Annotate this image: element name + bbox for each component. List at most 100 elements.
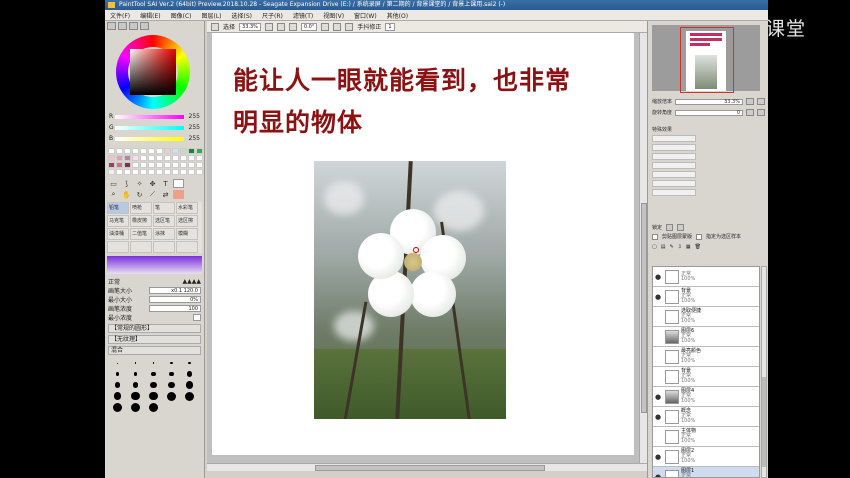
selection-label[interactable]: 选择 [223, 22, 235, 31]
color-swatch[interactable] [156, 162, 163, 168]
effect-field-1[interactable] [652, 135, 696, 142]
color-swatch[interactable] [140, 162, 147, 168]
color-swatch[interactable] [172, 155, 179, 161]
effect-field-4[interactable] [652, 162, 696, 169]
color-swatch[interactable] [140, 169, 147, 175]
zoom-reset-button[interactable] [288, 22, 297, 31]
menu-item[interactable]: 选择(S) [227, 11, 258, 20]
move-icon[interactable]: ✥ [147, 179, 158, 188]
visibility-eye-icon[interactable]: ● [653, 412, 663, 422]
saturation-value-square[interactable] [130, 49, 176, 95]
color-swatches[interactable] [108, 148, 203, 175]
visibility-eye-icon[interactable]: ● [653, 392, 663, 402]
color-swatch[interactable] [156, 155, 163, 161]
visibility-eye-icon[interactable]: ● [653, 292, 663, 302]
color-swatch[interactable] [188, 148, 195, 154]
brush-size-preset[interactable] [127, 391, 144, 401]
brush-size-preset[interactable] [145, 369, 162, 379]
zoom-icon[interactable]: ⌕ [108, 190, 119, 199]
color-swatch[interactable] [108, 155, 115, 161]
color-swatch[interactable] [116, 162, 123, 168]
color-swatch[interactable] [196, 162, 203, 168]
menu-item[interactable]: 滤镜(T) [288, 11, 318, 20]
menu-item[interactable]: 尺子(R) [257, 11, 288, 20]
brush-tool-slot[interactable]: 马克笔 [107, 215, 129, 227]
nav-zoom-slider[interactable]: 33.3% [675, 98, 743, 105]
magic-wand-icon[interactable]: ✧ [134, 179, 145, 188]
nav-zoom-minus-button[interactable] [746, 98, 754, 105]
menu-item[interactable]: 其他(O) [382, 11, 413, 20]
layer-row[interactable]: 主体物 正常 100% [653, 427, 759, 447]
visibility-eye-icon[interactable] [653, 352, 663, 362]
blend-mode-value[interactable]: 正常 [108, 277, 120, 286]
brush-size-preset[interactable] [127, 369, 144, 379]
channel-value[interactable]: 255 [186, 124, 200, 131]
color-swatch[interactable] [188, 162, 195, 168]
color-swatch[interactable] [148, 162, 155, 168]
eyedropper-icon[interactable]: ⟋ [147, 190, 158, 199]
stabilizer-select[interactable]: 1 [385, 22, 395, 31]
menu-item[interactable]: 图层(L) [197, 11, 227, 20]
brush-texture-select[interactable]: 【无纹理】 [108, 335, 201, 344]
brush-shape-icons[interactable]: ▲▲▲▲ [183, 278, 201, 285]
brush-size-preset[interactable] [109, 369, 126, 379]
color-swatch[interactable] [148, 155, 155, 161]
lock-icon[interactable] [666, 224, 674, 231]
color-wheel[interactable] [105, 31, 204, 111]
layer-row[interactable]: 选取便捷 正常 100% [653, 307, 759, 327]
density-field[interactable]: 100 [149, 305, 201, 312]
selection-toggle-icon[interactable] [211, 22, 219, 31]
rotate-left-button[interactable] [321, 22, 330, 31]
brush-size-preset[interactable] [163, 380, 180, 390]
merge-icon[interactable]: ⇩ [678, 244, 682, 250]
color-swatch[interactable] [108, 148, 115, 154]
color-swatch[interactable] [196, 148, 203, 154]
layer-row[interactable]: 背景 正常 100% [653, 367, 759, 387]
hsv-slider-tab[interactable] [129, 22, 138, 30]
color-swatch[interactable] [180, 169, 187, 175]
brush-size-preset[interactable] [109, 358, 126, 368]
visibility-eye-icon[interactable] [653, 312, 663, 322]
nav-rotate-left-button[interactable] [746, 109, 754, 116]
color-swatch[interactable] [132, 155, 139, 161]
min-density-field[interactable] [193, 314, 201, 321]
color-preview-icon[interactable] [173, 179, 184, 188]
canvas-vertical-scrollbar[interactable] [639, 33, 647, 463]
canvas-horizontal-scrollbar[interactable] [207, 463, 647, 471]
layer-list-scrollbar[interactable] [761, 266, 767, 478]
delete-layer-icon[interactable]: 🗑 [695, 244, 701, 250]
brush-shape-select[interactable]: 【常规的圆形】 [108, 324, 201, 333]
color-swatch[interactable] [156, 148, 163, 154]
menu-item[interactable]: 图像(C) [166, 11, 197, 20]
effect-field-5[interactable] [652, 171, 696, 178]
rotation-field[interactable]: 0.0° [300, 22, 318, 31]
visibility-eye-icon[interactable] [653, 332, 663, 342]
brush-size-preset[interactable] [127, 380, 144, 390]
color-swatch[interactable] [180, 162, 187, 168]
brush-size-preset[interactable] [181, 380, 198, 390]
color-swatch[interactable] [172, 148, 179, 154]
brush-tool-slot[interactable]: 喷枪 [130, 202, 152, 214]
brush-tool-slot[interactable] [176, 241, 198, 253]
ref-checkbox[interactable] [696, 233, 703, 240]
effects-header[interactable]: 特殊效果 [652, 126, 672, 133]
clip-checkbox[interactable] [652, 233, 658, 240]
color-swatch[interactable] [124, 155, 131, 161]
canvas-area[interactable]: 能让人一眼就能看到，也非常 明显的物体 [207, 33, 639, 463]
brush-tool-slot[interactable]: 水彩笔 [176, 202, 198, 214]
brush-tool-slot[interactable] [130, 241, 152, 253]
color-swatch[interactable] [188, 169, 195, 175]
layer-row[interactable]: 图层6 正常 100% [653, 327, 759, 347]
brush-size-preset[interactable] [109, 380, 126, 390]
brush-size-preset[interactable] [145, 380, 162, 390]
brush-size-preset[interactable] [109, 402, 126, 412]
brush-size-preset[interactable] [145, 391, 162, 401]
menu-item[interactable]: 视图(V) [318, 11, 349, 20]
channel-slider[interactable] [115, 136, 185, 141]
color-swatch[interactable] [116, 169, 123, 175]
brush-tool-slot[interactable]: 二值笔 [130, 228, 152, 240]
brush-size-preset[interactable] [163, 391, 180, 401]
zoom-in-button[interactable] [276, 22, 285, 31]
color-swatch[interactable] [188, 155, 195, 161]
selection-rect-icon[interactable]: ▭ [108, 179, 119, 188]
